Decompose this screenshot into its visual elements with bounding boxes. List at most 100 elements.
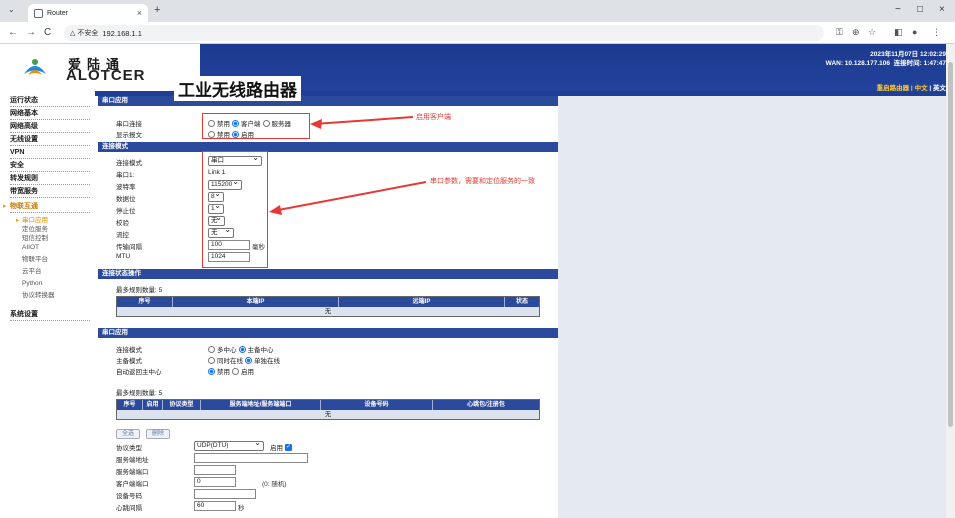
url-input[interactable]: △ 不安全 192.168.1.1 bbox=[64, 25, 824, 41]
tab-search-icon[interactable]: ⌄ bbox=[8, 5, 15, 14]
sidebar-item-network-advanced[interactable]: 网络高级 bbox=[10, 121, 90, 133]
label-client-port: 客户端端口 bbox=[116, 481, 149, 488]
sidebar-item-system[interactable]: 系统设置 bbox=[10, 309, 90, 321]
ops-table-empty: 无 bbox=[117, 307, 539, 316]
label-proto: 协议类型 bbox=[116, 445, 142, 452]
url-text: 192.168.1.1 bbox=[102, 28, 142, 38]
radio-master-backup[interactable] bbox=[238, 345, 246, 353]
app-table: 序号 启用 协议类型 服务端地址/服务端端口 设备号码 心跳包/注册包 无 bbox=[116, 399, 540, 420]
header-info: 2023年11月07日 12:02:29 WAN: 10.128.177.106… bbox=[826, 50, 946, 68]
forward-button[interactable]: → bbox=[26, 27, 36, 38]
app-col-enable: 启用 bbox=[143, 400, 163, 410]
app-col-device: 设备号码 bbox=[321, 400, 433, 410]
app-table-header: 序号 启用 协议类型 服务端地址/服务端端口 设备号码 心跳包/注册包 bbox=[117, 400, 539, 410]
server-addr-input[interactable] bbox=[194, 453, 308, 463]
radio-auto-disable[interactable] bbox=[208, 367, 215, 375]
radio-multi-center[interactable] bbox=[208, 345, 215, 353]
sidebar-sub-cloud[interactable]: 云平台 bbox=[22, 267, 42, 276]
browser-tab-bar: ⌄ Router × + − □ × bbox=[0, 0, 955, 22]
star-icon[interactable]: ☆ bbox=[868, 27, 876, 38]
ops-col-status: 状态 bbox=[515, 299, 528, 305]
uptime: 连接时间: 1:47:47 bbox=[893, 60, 946, 67]
radio-online-both[interactable] bbox=[208, 356, 215, 364]
close-window-button[interactable]: × bbox=[939, 4, 945, 15]
ops-col-local: 本端IP bbox=[173, 297, 339, 307]
proto-enable-checkbox[interactable]: ✓ bbox=[285, 443, 292, 451]
sidebar-item-status[interactable]: 运行状态 bbox=[10, 95, 90, 107]
page-scrollbar[interactable] bbox=[946, 44, 955, 518]
sidebar-sub-sms[interactable]: 短信控制 bbox=[22, 234, 48, 243]
key-icon[interactable]: ⚿ bbox=[836, 27, 843, 38]
master-mode-options: 同时在线 单独在线 bbox=[208, 355, 280, 365]
center-mode-options: 多中心 主备中心 bbox=[208, 344, 274, 354]
sidepanel-icon[interactable]: ◧ bbox=[894, 27, 903, 38]
label-heartbeat: 心跳间隔 bbox=[116, 505, 142, 512]
opt-master-backup: 主备中心 bbox=[247, 347, 274, 354]
select-all-button[interactable]: 全选 bbox=[116, 429, 141, 439]
sidebar-sub-python[interactable]: Python bbox=[22, 279, 42, 288]
back-button[interactable]: ← bbox=[8, 27, 18, 38]
header: 爱陆通 ALOTCER 工业无线路由器 2023年11月07日 12:02:29… bbox=[0, 44, 950, 101]
sidebar-sub-location[interactable]: 定位服务 bbox=[22, 225, 48, 234]
zoom-icon[interactable]: ⊕ bbox=[852, 27, 860, 38]
label-auto-return: 自动返回主中心 bbox=[116, 369, 162, 376]
brand-en: ALOTCER bbox=[66, 67, 146, 84]
sidebar-item-bandwidth[interactable]: 带宽服务 bbox=[10, 186, 90, 198]
sidebar-sub-protocol[interactable]: 协议转换器 bbox=[22, 291, 55, 300]
new-tab-button[interactable]: + bbox=[154, 4, 160, 16]
label-server-addr: 服务端地址 bbox=[116, 457, 149, 464]
maximize-button[interactable]: □ bbox=[917, 4, 923, 15]
section-app-title: 串口应用 bbox=[98, 328, 558, 338]
radio-online-single[interactable] bbox=[245, 356, 252, 364]
ops-col-remote: 远端IP bbox=[339, 297, 505, 307]
sidebar-sub-iot-platform[interactable]: 物联平台 bbox=[22, 255, 48, 264]
opt-multi-center: 多中心 bbox=[217, 347, 237, 354]
label-center-mode: 连接模式 bbox=[116, 347, 142, 354]
minimize-button[interactable]: − bbox=[895, 4, 901, 15]
sidebar-sub-aiiot[interactable]: AIIOT bbox=[22, 243, 39, 252]
annotation-arrows bbox=[269, 116, 427, 215]
profile-icon[interactable]: ● bbox=[912, 27, 917, 37]
delete-button[interactable]: 删除 bbox=[146, 429, 171, 439]
sidebar-item-wireless[interactable]: 无线设置 bbox=[10, 134, 90, 146]
app-col-proto: 协议类型 bbox=[163, 400, 201, 410]
ops-max-rules: 最多规则数量: 5 bbox=[116, 287, 163, 294]
ops-col-index: 序号 bbox=[117, 297, 173, 307]
sidebar-item-iot[interactable]: 物联互通 bbox=[3, 201, 90, 213]
sidebar-sub-serial[interactable]: 串口应用 bbox=[16, 216, 48, 225]
device-input[interactable] bbox=[194, 489, 256, 499]
opt-auto-disable: 禁用 bbox=[217, 369, 230, 376]
app-col-heartbeat: 心跳包/注册包 bbox=[467, 402, 505, 408]
tab-close-icon[interactable]: × bbox=[137, 8, 142, 18]
app-col-index: 序号 bbox=[117, 400, 143, 410]
browser-tab[interactable]: Router × bbox=[28, 4, 148, 22]
opt-online-both: 同时在线 bbox=[217, 358, 243, 365]
heartbeat-unit: 秒 bbox=[238, 505, 245, 512]
proto-select[interactable]: UDP(DTU) bbox=[194, 439, 264, 451]
heartbeat-input[interactable]: 60 bbox=[194, 501, 236, 511]
radio-auto-enable[interactable] bbox=[232, 367, 239, 375]
app-table-empty: 无 bbox=[117, 410, 539, 419]
ops-table: 序号 本端IP 远端IP 状态 无 bbox=[116, 296, 540, 317]
tab-title: Router bbox=[47, 9, 69, 17]
server-port-input[interactable] bbox=[194, 465, 236, 475]
security-warning-icon[interactable]: △ 不安全 bbox=[70, 28, 98, 38]
sidebar-item-security[interactable]: 安全 bbox=[10, 160, 90, 172]
router-favicon-icon bbox=[34, 8, 43, 18]
wan-ip: WAN: 10.128.177.106 bbox=[825, 60, 890, 67]
product-title: 工业无线路由器 bbox=[174, 76, 301, 101]
proto-enable: 启用 ✓ bbox=[270, 442, 292, 452]
menu-icon[interactable]: ⋮ bbox=[932, 27, 941, 38]
opt-auto-enable: 启用 bbox=[241, 369, 254, 376]
client-port-input[interactable]: 0 bbox=[194, 477, 236, 487]
sidebar-item-vpn[interactable]: VPN bbox=[10, 147, 90, 159]
sidebar-item-forwarding[interactable]: 转发规则 bbox=[10, 173, 90, 185]
datetime: 2023年11月07日 12:02:29 bbox=[870, 51, 946, 58]
reload-button[interactable]: C bbox=[44, 27, 51, 38]
sidebar-item-network-basic[interactable]: 网络基本 bbox=[10, 108, 90, 120]
label-master-mode: 主备模式 bbox=[116, 358, 142, 365]
right-panel-bg bbox=[558, 96, 946, 518]
label-server-port: 服务端端口 bbox=[116, 469, 149, 476]
main-content: 串口应用 串口连接 禁用 客户端 服务器 显示报文 禁用 启用 连接模式 连接模… bbox=[98, 96, 558, 518]
scroll-thumb[interactable] bbox=[948, 62, 953, 427]
